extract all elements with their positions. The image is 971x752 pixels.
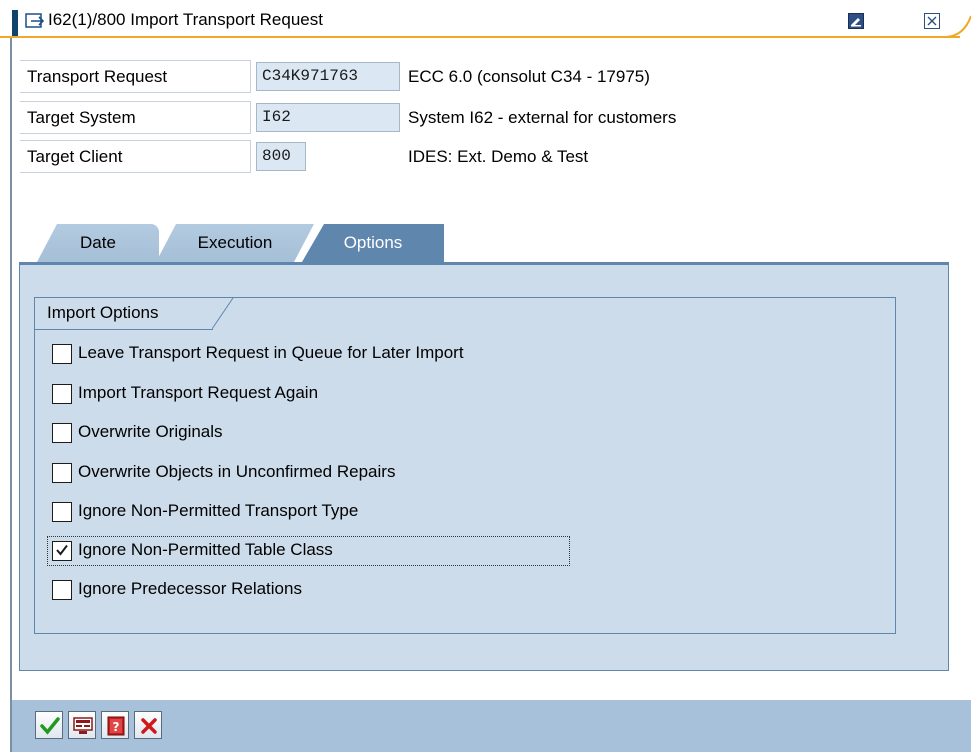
checkbox[interactable] <box>52 463 72 483</box>
customize-layout-icon[interactable] <box>848 13 864 29</box>
checkbox-checked[interactable] <box>52 541 72 561</box>
window-title: I62(1)/800 Import Transport Request <box>48 10 323 29</box>
tab-date[interactable]: Date <box>37 224 159 262</box>
target-system-description: System I62 - external for customers <box>408 108 677 127</box>
target-system-label: Target System <box>20 101 251 134</box>
option-label: Leave Transport Request in Queue for Lat… <box>78 343 464 362</box>
transport-request-label: Transport Request <box>20 60 251 93</box>
target-client-label: Target Client <box>20 140 251 173</box>
checkbox[interactable] <box>52 502 72 522</box>
display-icon <box>73 717 93 734</box>
tab-execution[interactable]: Execution <box>156 224 314 262</box>
checkbox[interactable] <box>52 580 72 600</box>
checkbox[interactable] <box>52 384 72 404</box>
option-label: Ignore Predecessor Relations <box>78 579 302 598</box>
option-label: Overwrite Objects in Unconfirmed Repairs <box>78 462 396 481</box>
window-icon <box>25 13 45 28</box>
group-title-slant <box>212 298 234 330</box>
title-swoosh <box>946 15 971 38</box>
close-icon[interactable] <box>924 13 940 29</box>
cancel-button[interactable] <box>134 711 162 739</box>
transport-request-description: ECC 6.0 (consolut C34 - 17975) <box>408 67 650 86</box>
checkmark-icon <box>56 544 68 556</box>
help-button[interactable]: ? <box>101 711 129 739</box>
group-title-underline <box>35 329 213 330</box>
svg-text:?: ? <box>113 720 120 734</box>
option-label: Ignore Non-Permitted Table Class <box>78 540 333 559</box>
target-system-field[interactable]: I62 <box>256 103 400 132</box>
checkbox[interactable] <box>52 344 72 364</box>
title-accent-bar <box>12 10 18 36</box>
checkbox[interactable] <box>52 423 72 443</box>
import-options-title: Import Options <box>47 303 159 322</box>
continue-button[interactable] <box>35 711 63 739</box>
title-underline <box>0 36 960 38</box>
option-label: Ignore Non-Permitted Transport Type <box>78 501 359 520</box>
checkmark-icon <box>40 717 60 735</box>
target-client-field[interactable]: 800 <box>256 142 306 171</box>
tab-options[interactable]: Options <box>302 224 444 262</box>
help-icon: ? <box>107 716 125 736</box>
target-client-description: IDES: Ext. Demo & Test <box>408 147 589 166</box>
display-button[interactable] <box>68 711 96 739</box>
option-label: Overwrite Originals <box>78 422 223 441</box>
option-label: Import Transport Request Again <box>78 383 319 402</box>
transport-request-field[interactable]: C34K971763 <box>256 62 400 91</box>
cancel-icon <box>141 718 157 734</box>
window-left-border <box>10 38 12 752</box>
